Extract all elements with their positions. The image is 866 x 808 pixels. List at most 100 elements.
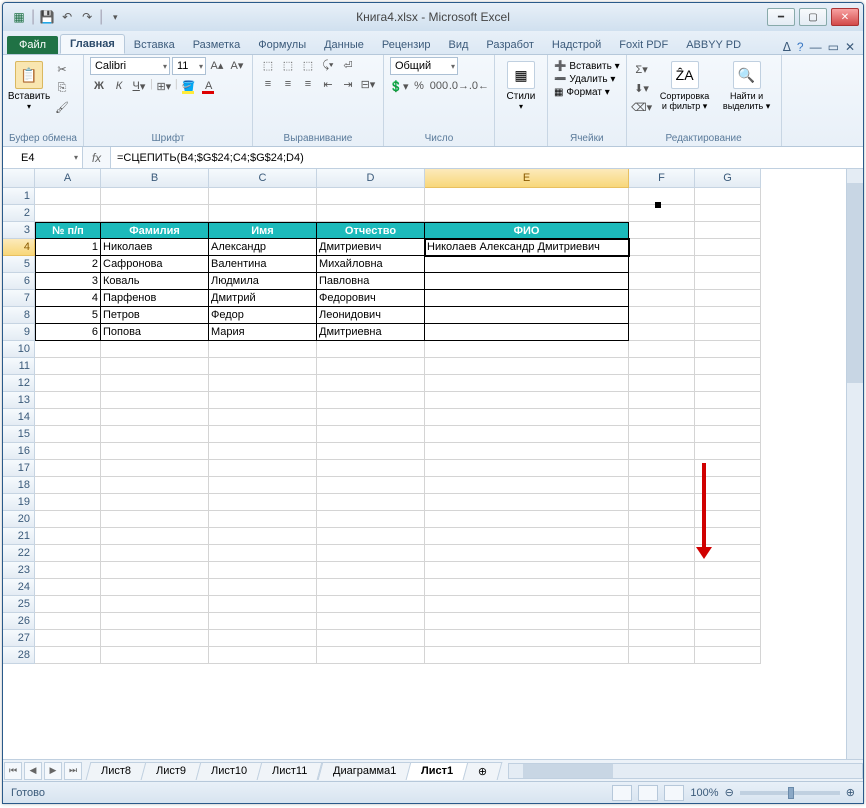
row-header-25[interactable]: 25 [3,596,35,613]
cell-D11[interactable] [317,358,425,375]
cell-C24[interactable] [209,579,317,596]
cell-A24[interactable] [35,579,101,596]
cell-D27[interactable] [317,630,425,647]
cell-E22[interactable] [425,545,629,562]
cell-C10[interactable] [209,341,317,358]
cell-G12[interactable] [695,375,761,392]
save-icon[interactable]: 💾 [39,9,55,25]
cell-F10[interactable] [629,341,695,358]
orientation-icon[interactable]: ⤹▾ [319,57,337,73]
cell-A11[interactable] [35,358,101,375]
col-header-G[interactable]: G [695,169,761,188]
cell-C19[interactable] [209,494,317,511]
zoom-in-button[interactable]: ⊕ [846,786,855,799]
cell-F22[interactable] [629,545,695,562]
cell-E6[interactable] [425,273,629,290]
cell-D12[interactable] [317,375,425,392]
percent-icon[interactable]: % [410,78,428,94]
sheet-tab-Лист10[interactable]: Лист10 [196,762,263,780]
undo-icon[interactable]: ↶ [59,9,75,25]
minimize-button[interactable]: ━ [767,8,795,26]
cell-B13[interactable] [101,392,209,409]
cell-A9[interactable]: 6 [35,324,101,341]
cell-B26[interactable] [101,613,209,630]
row-header-7[interactable]: 7 [3,290,35,307]
cell-A27[interactable] [35,630,101,647]
cell-A16[interactable] [35,443,101,460]
row-header-6[interactable]: 6 [3,273,35,290]
cell-A21[interactable] [35,528,101,545]
cell-C18[interactable] [209,477,317,494]
cell-B27[interactable] [101,630,209,647]
cell-F7[interactable] [629,290,695,307]
tab-home[interactable]: Главная [60,34,125,54]
cell-B4[interactable]: Николаев [101,239,209,256]
cell-E25[interactable] [425,596,629,613]
cell-D8[interactable]: Леонидович [317,307,425,324]
cell-G3[interactable] [695,222,761,239]
cell-F16[interactable] [629,443,695,460]
cell-F19[interactable] [629,494,695,511]
sheet-nav-next[interactable]: ▶ [44,762,62,780]
cell-F27[interactable] [629,630,695,647]
sheet-nav-first[interactable]: ⏮ [4,762,22,780]
row-header-11[interactable]: 11 [3,358,35,375]
row-header-17[interactable]: 17 [3,460,35,477]
cell-G26[interactable] [695,613,761,630]
cell-G5[interactable] [695,256,761,273]
sheet-nav-last[interactable]: ⏭ [64,762,82,780]
border-icon[interactable]: ⊞▾ [155,78,173,94]
cell-D22[interactable] [317,545,425,562]
cell-B9[interactable]: Попова [101,324,209,341]
new-sheet-button[interactable]: ⊕ [463,762,503,780]
qat-dropdown-icon[interactable]: ▾ [107,9,123,25]
cell-A23[interactable] [35,562,101,579]
wrap-text-icon[interactable]: ⏎ [339,57,357,73]
cell-E3[interactable]: ФИО [425,222,629,239]
cell-G17[interactable] [695,460,761,477]
cell-B22[interactable] [101,545,209,562]
align-middle-icon[interactable]: ⬚ [279,57,297,73]
mdi-restore-icon[interactable]: ▭ [828,40,839,54]
cell-G22[interactable] [695,545,761,562]
cell-F13[interactable] [629,392,695,409]
cell-B1[interactable] [101,188,209,205]
cell-D6[interactable]: Павловна [317,273,425,290]
cell-E16[interactable] [425,443,629,460]
row-header-10[interactable]: 10 [3,341,35,358]
cell-E17[interactable] [425,460,629,477]
cell-D9[interactable]: Дмитриевна [317,324,425,341]
cell-G16[interactable] [695,443,761,460]
tab-data[interactable]: Данные [315,36,373,54]
cell-D25[interactable] [317,596,425,613]
cell-C6[interactable]: Людмила [209,273,317,290]
row-header-16[interactable]: 16 [3,443,35,460]
row-header-9[interactable]: 9 [3,324,35,341]
cell-C26[interactable] [209,613,317,630]
cell-G13[interactable] [695,392,761,409]
cell-G2[interactable] [695,205,761,222]
clear-icon[interactable]: ⌫▾ [633,99,651,115]
cell-B11[interactable] [101,358,209,375]
cell-C21[interactable] [209,528,317,545]
sheet-nav-prev[interactable]: ◀ [24,762,42,780]
row-header-12[interactable]: 12 [3,375,35,392]
cell-A22[interactable] [35,545,101,562]
cell-B3[interactable]: Фамилия [101,222,209,239]
number-format-combo[interactable]: Общий [390,57,458,75]
cell-A19[interactable] [35,494,101,511]
row-header-15[interactable]: 15 [3,426,35,443]
cell-B16[interactable] [101,443,209,460]
cell-B2[interactable] [101,205,209,222]
increase-indent-icon[interactable]: ⇥ [339,76,357,92]
cell-C12[interactable] [209,375,317,392]
row-header-24[interactable]: 24 [3,579,35,596]
cell-B12[interactable] [101,375,209,392]
cell-B15[interactable] [101,426,209,443]
cell-A12[interactable] [35,375,101,392]
cell-F9[interactable] [629,324,695,341]
zoom-slider[interactable] [740,791,840,795]
row-header-2[interactable]: 2 [3,205,35,222]
cell-E19[interactable] [425,494,629,511]
cell-D20[interactable] [317,511,425,528]
